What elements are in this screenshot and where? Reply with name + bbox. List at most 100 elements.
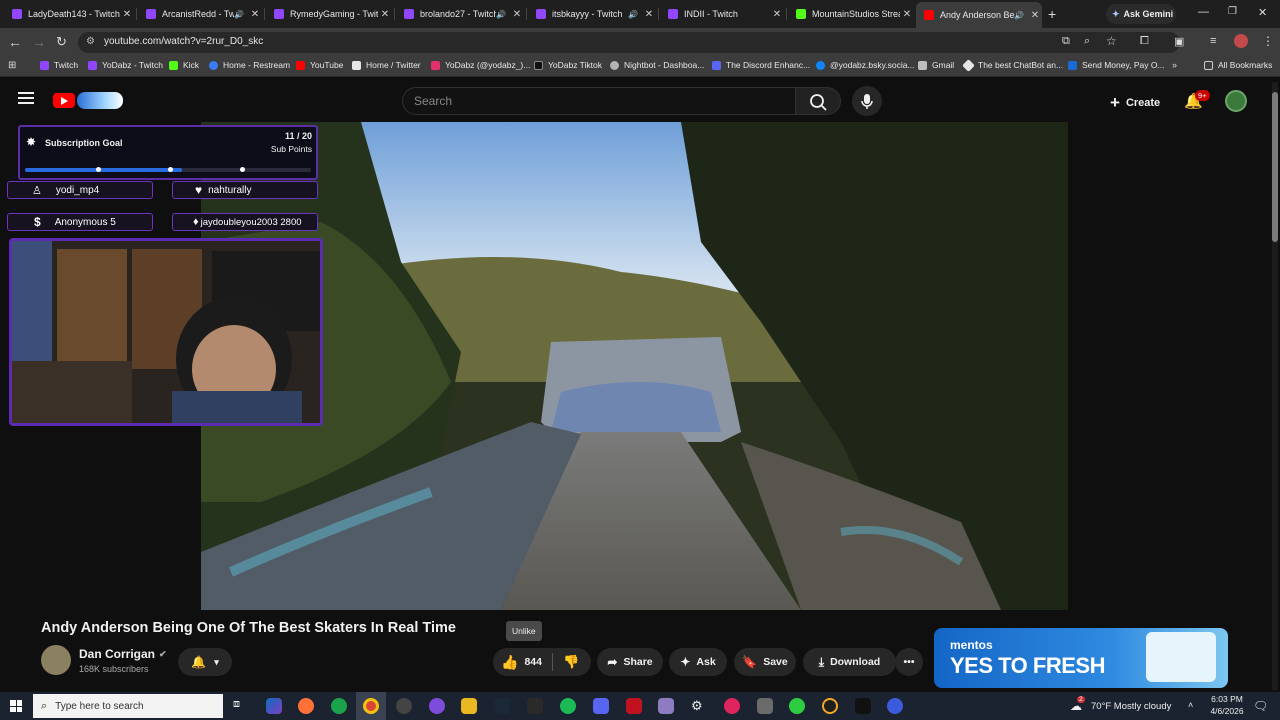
settings-gear-icon[interactable]: ⚙ [691,698,707,714]
bookmark-item[interactable]: YoDabz - Twitch [88,60,163,70]
like-count[interactable]: 844 [524,656,542,668]
close-icon[interactable]: ✕ [770,9,784,20]
windows-start-icon[interactable] [10,700,22,712]
site-info-icon[interactable]: ⚙ [86,36,95,47]
spotify-icon[interactable] [560,698,576,714]
url-text[interactable]: youtube.com/watch?v=2rur_D0_skc [104,36,263,47]
new-tab-button[interactable]: + [1048,6,1056,22]
clock[interactable]: 6:03 PM 4/6/2026 [1205,694,1249,716]
cast-icon[interactable]: ⧉ [1062,35,1070,48]
bookmark-item[interactable]: YoDabz Tiktok [534,60,602,70]
browser-tab[interactable]: RymedyGaming - Twitch✕ [266,4,392,24]
more-bookmarks-icon[interactable]: » [1172,60,1177,70]
firefox-icon[interactable] [298,698,314,714]
bookmark-item[interactable]: YouTube [296,60,343,70]
browser-tab[interactable]: itsbkayyy - Twitch 🔊 ✕ [528,4,656,24]
save-button[interactable]: 🔖 Save [734,648,796,676]
close-icon[interactable]: ✕ [900,9,914,20]
steam-icon[interactable] [494,698,510,714]
tiktok-icon[interactable] [855,698,871,714]
back-button[interactable]: ← [8,34,22,50]
voice-search-button[interactable] [852,86,882,116]
copilot-icon[interactable] [266,698,282,714]
feather-icon[interactable] [658,698,674,714]
sidepanel-icon[interactable]: ▣ [1174,35,1184,48]
more-actions-button[interactable]: ••• [895,648,923,676]
speaker-icon[interactable]: 🔊 [496,10,506,19]
bookmark-item[interactable]: The best ChatBot an... [962,58,1063,72]
bookmark-item[interactable]: Home / Twitter [352,60,421,70]
epic-games-icon[interactable] [527,698,543,714]
close-icon[interactable]: ✕ [378,9,392,20]
bookmark-item[interactable]: The Discord Enhanc... [712,60,810,70]
thumbs-up-icon[interactable]: 👍 [501,654,518,671]
bookmark-item[interactable]: @yodabz.bsky.socia... [816,60,915,70]
app-icon-blue[interactable] [887,698,903,714]
close-icon[interactable]: ✕ [120,9,134,20]
browser-tab-active[interactable]: Andy Anderson Be 🔊 ✕ [916,2,1042,28]
edge-icon[interactable] [331,698,347,714]
create-button[interactable]: + Create [1110,93,1160,113]
browser-tab[interactable]: brolando27 - Twitch 🔊 ✕ [396,4,524,24]
speaker-icon[interactable]: 🔊 [628,10,638,19]
speaker-icon[interactable]: 🔊 [234,10,244,19]
app-icon-grey[interactable] [757,698,773,714]
close-icon[interactable]: ✕ [510,9,524,20]
channel-avatar[interactable] [41,645,71,675]
share-button[interactable]: ➦ Share [597,648,663,676]
ask-gemini-button[interactable]: ✦ Ask Gemini [1106,4,1176,24]
channel-name[interactable]: Dan Corrigan ✔ [79,647,167,661]
app-icon-ring[interactable] [822,698,838,714]
scrollbar-thumb[interactable] [1272,92,1278,242]
task-view-icon[interactable]: ⧈ [233,698,249,714]
video-player[interactable] [201,122,1068,610]
media-icon[interactable]: ≡ [1210,35,1216,47]
bookmark-item[interactable]: Send Money, Pay O... [1068,60,1165,70]
page-scrollbar[interactable] [1272,82,1278,690]
close-window-button[interactable]: ✕ [1258,6,1267,19]
account-avatar[interactable] [1225,90,1247,112]
browser-tab[interactable]: MountainStudios Strea ✕ [788,4,914,24]
search-input[interactable] [402,87,796,115]
maximize-button[interactable]: ❐ [1228,6,1237,17]
minimize-button[interactable]: — [1198,6,1209,18]
bookmark-star-icon[interactable]: ☆ [1106,34,1117,48]
chrome-icon[interactable] [363,698,379,714]
apps-grid-icon[interactable]: ⊞ [8,60,16,71]
all-bookmarks[interactable]: All Bookmarks [1204,60,1272,70]
ad-banner[interactable]: mentos YES TO FRESH [934,628,1228,688]
bookmark-item[interactable]: YoDabz (@yodabz_)... [431,60,530,70]
youtube-doodle-logo[interactable] [77,92,123,109]
ask-button[interactable]: ✦ Ask [669,648,727,676]
discord-icon[interactable] [593,698,609,714]
file-explorer-icon[interactable] [461,698,477,714]
taskbar-search[interactable]: ⌕ Type here to search [33,694,223,718]
subscribed-bell-button[interactable]: 🔔 ▾ [178,648,232,676]
thumbs-down-icon[interactable]: 👎 [563,654,579,670]
notification-center-icon[interactable]: 🗨 [1253,699,1268,713]
bookmark-item[interactable]: Gmail [918,60,954,70]
close-icon[interactable]: ✕ [248,9,262,20]
menu-kebab-icon[interactable]: ⋮ [1262,34,1274,48]
app-icon[interactable] [429,698,445,714]
bookmark-item[interactable]: Kick [169,60,199,70]
browser-tab[interactable]: LadyDeath143 - Twitch ✕ [4,4,134,24]
tray-chevron-up-icon[interactable]: ˄ [1188,700,1193,710]
bookmark-item[interactable]: Twitch [40,60,78,70]
bookmark-item[interactable]: Nightbot - Dashboa... [610,60,704,70]
download-button[interactable]: ⤓ Download [803,648,896,676]
forward-button[interactable]: → [32,34,46,50]
extensions-icon[interactable]: ⧠ [1140,35,1149,48]
browser-tab[interactable]: ArcanistRedd - Twitch🔊 ✕ [138,4,262,24]
close-icon[interactable]: ✕ [642,9,656,20]
browser-tab[interactable]: INDII - Twitch ✕ [660,4,784,24]
app-icon-red[interactable] [626,698,642,714]
app-icon-green[interactable] [789,698,805,714]
reload-button[interactable]: ↻ [56,34,67,50]
profile-avatar[interactable] [1234,34,1248,48]
app-icon-pink[interactable] [724,698,740,714]
weather-text[interactable]: 70°F Mostly cloudy [1091,701,1171,712]
speaker-icon[interactable]: 🔊 [1014,11,1024,20]
search-button[interactable] [795,87,841,115]
close-icon[interactable]: ✕ [1028,10,1042,21]
